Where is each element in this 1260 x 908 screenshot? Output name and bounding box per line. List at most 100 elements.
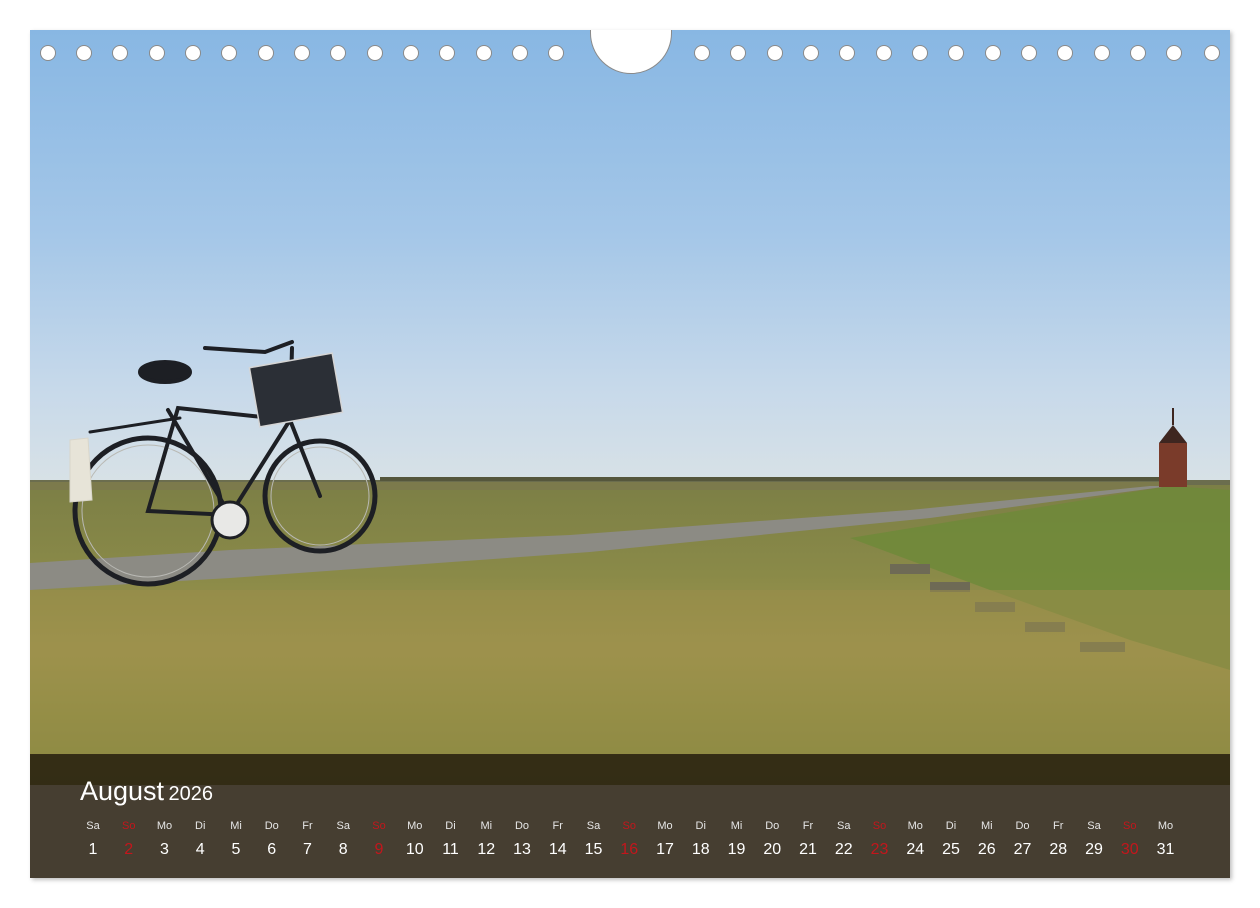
- day-number: 19: [727, 841, 746, 858]
- day-cell: Fr 14: [540, 818, 576, 860]
- day-number: 16: [620, 841, 639, 858]
- day-number: 22: [834, 841, 853, 858]
- binding-hole: [367, 45, 383, 61]
- day-number: 26: [977, 841, 996, 858]
- binding-hole: [258, 45, 274, 61]
- weekday-label: Mo: [1157, 820, 1174, 832]
- day-number: 31: [1156, 841, 1175, 858]
- month-year: 2026: [168, 783, 214, 805]
- binding-holes: [30, 30, 1230, 80]
- binding-hole: [294, 45, 310, 61]
- binding-hole: [1021, 45, 1037, 61]
- day-number: 25: [942, 841, 960, 858]
- weekday-label: Do: [264, 820, 279, 832]
- foreground-grass: [30, 590, 1230, 755]
- day-number: 12: [477, 841, 496, 858]
- weekday-label: Mo: [657, 820, 673, 832]
- weekday-label: Sa: [586, 820, 601, 832]
- binding-hole: [803, 45, 819, 61]
- binding-hole: [40, 45, 56, 61]
- weekday-label: So: [122, 820, 136, 832]
- day-cell: Fr 28: [1040, 818, 1076, 860]
- day-cell: Di 11: [433, 818, 469, 860]
- binding-hole: [439, 45, 455, 61]
- day-number: 9: [374, 841, 384, 858]
- weekday-label: Mi: [980, 820, 993, 832]
- weekday-label: Fr: [302, 820, 313, 832]
- day-number: 4: [195, 841, 205, 858]
- weekday-label: Mo: [407, 820, 423, 832]
- day-number: 14: [548, 841, 567, 858]
- landscape-drawing: [30, 340, 1230, 755]
- binding-hole: [1094, 45, 1110, 61]
- weekday-label: Do: [1015, 820, 1030, 832]
- binding-hole: [1130, 45, 1146, 61]
- tower-illustration: [1159, 408, 1187, 487]
- binding-hole: [912, 45, 928, 61]
- weekday-label: Sa: [336, 820, 350, 832]
- weekday-label: So: [622, 820, 636, 832]
- hanger-cutout: [590, 30, 672, 74]
- day-cell: Do 6: [254, 818, 290, 860]
- day-number: 23: [870, 841, 889, 858]
- binding-hole: [149, 45, 165, 61]
- binding-hole: [112, 45, 128, 61]
- weekday-label: Mo: [907, 820, 923, 832]
- binding-hole: [185, 45, 201, 61]
- binding-hole: [985, 45, 1001, 61]
- day-cell: Sa 8: [325, 818, 361, 860]
- weekday-label: So: [1123, 820, 1137, 832]
- weekday-label: Do: [765, 820, 780, 832]
- day-cell: Sa 29: [1076, 818, 1112, 860]
- binding-hole: [730, 45, 746, 61]
- marsh-band: [30, 482, 1170, 490]
- day-cell: Mo 3: [147, 818, 183, 860]
- day-cell: Mi 19: [719, 818, 755, 860]
- weekday-label: Fr: [552, 820, 563, 832]
- day-cell: So 23: [862, 818, 898, 860]
- weekday-label: Mi: [230, 820, 242, 832]
- day-number: 17: [656, 841, 674, 858]
- day-cell: Fr 7: [290, 818, 326, 860]
- day-cell: So 2: [111, 818, 147, 860]
- distant-treeline: [380, 477, 1160, 481]
- day-number: 20: [763, 841, 782, 858]
- day-number: 27: [1013, 841, 1032, 858]
- weekday-label: Di: [695, 820, 706, 832]
- day-cell: Di 25: [933, 818, 969, 860]
- day-cell: Mi 26: [969, 818, 1005, 860]
- day-number: 21: [799, 841, 817, 858]
- day-number: 1: [88, 841, 98, 858]
- day-number: 24: [906, 841, 925, 858]
- day-number: 11: [442, 841, 459, 858]
- day-cell: Di 18: [683, 818, 719, 860]
- binding-hole: [1057, 45, 1073, 61]
- day-cell: Do 27: [1005, 818, 1041, 860]
- weekday-label: Sa: [1087, 820, 1101, 832]
- day-cell: So 9: [361, 818, 397, 860]
- day-cell: Sa 15: [576, 818, 612, 860]
- weekday-label: Fr: [1053, 820, 1064, 832]
- calendar-strip: August 2026 Sa 1 So 2 Mo 3 Di 4 Mi 5 Do 6 Fr 7 Sa 8 So 9 M…: [30, 754, 1230, 878]
- day-cell: So 16: [611, 818, 647, 860]
- month-name: August: [80, 776, 165, 806]
- binding-hole: [839, 45, 855, 61]
- calendar-page: August 2026 Sa 1 So 2 Mo 3 Di 4 Mi 5 Do 6 Fr 7 Sa 8 So 9 M…: [30, 30, 1230, 878]
- weekday-label: Di: [195, 820, 206, 832]
- binding-hole: [330, 45, 346, 61]
- day-number: 3: [160, 841, 169, 858]
- day-cell: Mo 17: [647, 818, 683, 860]
- weekday-label: Sa: [837, 820, 851, 832]
- weekday-label: So: [872, 820, 887, 832]
- binding-hole: [1166, 45, 1182, 61]
- day-cell: Mi 12: [468, 818, 504, 860]
- binding-hole: [548, 45, 564, 61]
- day-cell: Fr 21: [790, 818, 826, 860]
- day-number: 13: [513, 841, 531, 858]
- day-cell: Mo 10: [397, 818, 433, 860]
- day-cell: Do 20: [754, 818, 790, 860]
- day-cell: Do 13: [504, 818, 540, 860]
- binding-hole: [512, 45, 528, 61]
- binding-hole: [876, 45, 892, 61]
- day-number: 6: [267, 841, 277, 858]
